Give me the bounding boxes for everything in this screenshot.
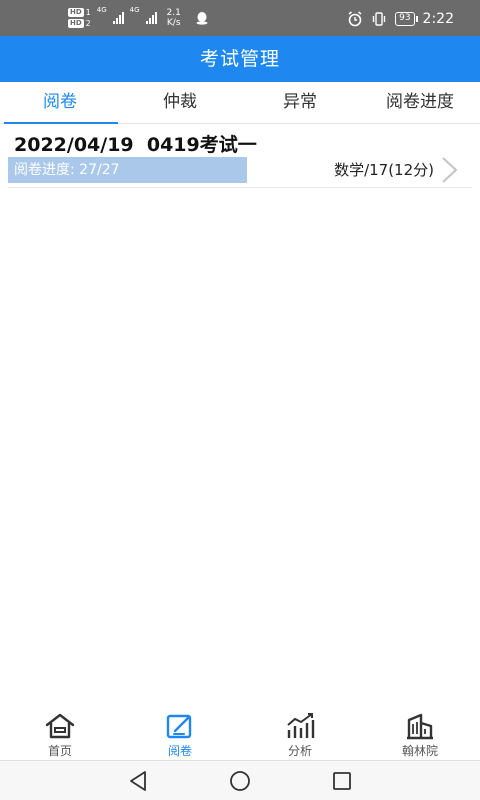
tab-grading[interactable]: 阅卷: [0, 82, 120, 124]
status-right: 93 2:22: [347, 8, 454, 30]
nav-analysis-label: 分析: [287, 744, 312, 758]
sim1-index: 1: [85, 8, 91, 17]
page-title: 考试管理: [199, 48, 280, 70]
sim1-indicator: HD 1: [68, 8, 91, 17]
speed-value: 2.1: [166, 8, 181, 18]
nav-grading-label: 阅卷: [167, 744, 192, 758]
nav-hanlin[interactable]: 翰林院: [360, 706, 480, 760]
network-type-2: 4G: [129, 6, 140, 14]
speed-unit: K/s: [166, 18, 181, 28]
nav-hanlin-label: 翰林院: [401, 744, 438, 758]
analysis-icon: [287, 713, 315, 738]
clock: 2:22: [422, 11, 454, 27]
network-speed: 2.1 K/s: [167, 8, 181, 28]
status-left: HD 1 HD 2 4G 4G 2.1 K/s: [68, 6, 209, 30]
qq-icon: [196, 12, 208, 25]
tab-exception[interactable]: 异常: [240, 82, 360, 123]
building-icon: [407, 713, 433, 740]
grading-progress-bar: 阅卷进度: 27/27: [8, 157, 247, 183]
back-icon[interactable]: [126, 769, 150, 793]
network-type-1: 4G: [96, 6, 107, 14]
exam-title: 2022/04/19 0419考试一: [14, 134, 257, 156]
sim2-hd-badge: HD: [68, 19, 84, 28]
nav-home[interactable]: 首页: [0, 706, 120, 760]
exam-list-item[interactable]: 2022/04/19 0419考试一 阅卷进度: 27/27 数学/17(12分…: [8, 124, 472, 188]
sim2-indicator: HD 2: [68, 19, 91, 28]
tab-bar: 阅卷 仲裁 异常 阅卷进度: [0, 82, 480, 124]
tab-arbitration[interactable]: 仲裁: [120, 82, 240, 123]
bottom-nav: 首页 阅卷 分析 翰林院: [0, 706, 480, 760]
grading-progress-text: 阅卷进度: 27/27: [14, 162, 120, 178]
sim2-index: 2: [85, 19, 91, 28]
tab-grading-progress[interactable]: 阅卷进度: [360, 82, 480, 123]
grading-icon: [166, 714, 192, 739]
home-icon: [45, 713, 75, 739]
home-circle-icon[interactable]: [228, 769, 252, 793]
sim1-hd-badge: HD: [68, 8, 84, 17]
sim-indicators: HD 1 HD 2: [68, 8, 91, 28]
signal-icon: [112, 12, 124, 24]
nav-home-label: 首页: [47, 744, 72, 758]
signal-icon-2: [145, 12, 157, 24]
status-bar: HD 1 HD 2 4G 4G 2.1 K/s 93 2:22: [0, 0, 480, 36]
alarm-icon: [348, 11, 362, 27]
nav-analysis[interactable]: 分析: [240, 706, 360, 760]
exam-subject: 数学/17(12分): [334, 161, 434, 179]
system-nav-bar: [0, 760, 480, 800]
nav-grading[interactable]: 阅卷: [120, 706, 240, 760]
recents-icon[interactable]: [330, 769, 354, 793]
chevron-right-icon[interactable]: [438, 156, 460, 184]
vibrate-icon: [372, 12, 386, 26]
app-header: 考试管理: [0, 36, 480, 82]
battery-icon: 93: [395, 12, 419, 26]
